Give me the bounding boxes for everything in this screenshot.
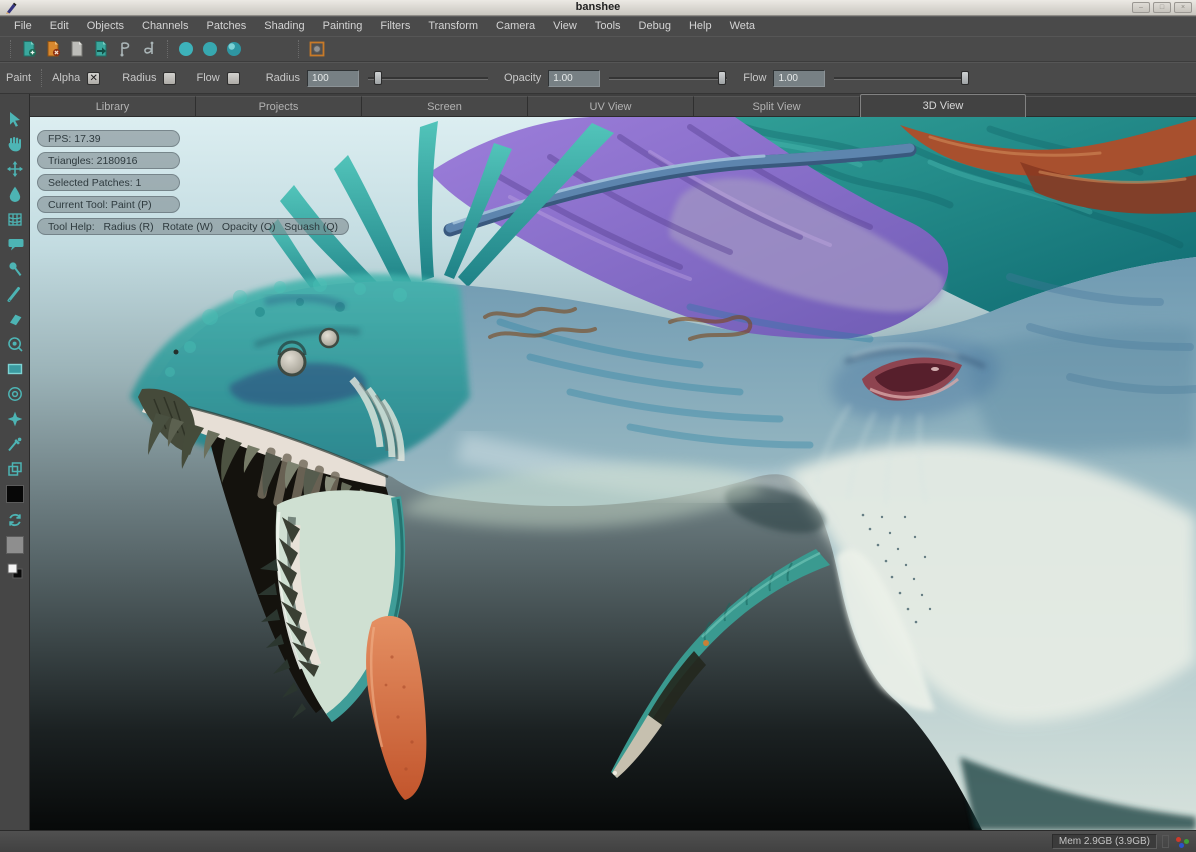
curve-tool-icon[interactable] [139, 39, 159, 59]
brush-small-icon[interactable] [176, 39, 196, 59]
tab-split-view[interactable]: Split View [694, 96, 860, 117]
toolbar-separator [167, 40, 168, 58]
brush-sphere-icon[interactable] [224, 39, 244, 59]
close-project-icon[interactable] [43, 39, 63, 59]
toolbar-separator [298, 40, 299, 58]
menu-debug[interactable]: Debug [630, 17, 680, 36]
new-project-icon[interactable] [19, 39, 39, 59]
flow-slider[interactable] [834, 71, 969, 85]
statusbar-grip[interactable] [1162, 835, 1169, 848]
menu-filters[interactable]: Filters [371, 17, 419, 36]
radius-slider[interactable] [368, 71, 488, 85]
brush-medium-icon[interactable] [200, 39, 220, 59]
current-tool-label: Paint [6, 72, 31, 84]
hud-selected-patches: Selected Patches: 1 [37, 174, 180, 191]
copy-patch-icon[interactable] [3, 456, 27, 481]
rgb-channels-icon[interactable] [1174, 835, 1192, 849]
toolbar-separator [10, 40, 11, 58]
opacity-label: Opacity [504, 72, 541, 84]
hud-fps: FPS: 17.39 [37, 130, 180, 147]
menu-bar: File Edit Objects Channels Patches Shadi… [0, 16, 1196, 36]
menu-tools[interactable]: Tools [586, 17, 630, 36]
maximize-button[interactable]: □ [1153, 2, 1171, 13]
marquee-rect-icon[interactable] [3, 356, 27, 381]
move-tool-icon[interactable] [3, 156, 27, 181]
hud-current-tool: Current Tool: Paint (P) [37, 196, 180, 213]
menu-weta[interactable]: Weta [721, 17, 764, 36]
tab-strip-filler [1026, 96, 1196, 117]
menu-shading[interactable]: Shading [255, 17, 313, 36]
tab-screen[interactable]: Screen [362, 96, 528, 117]
select-tool-icon[interactable] [3, 106, 27, 131]
paint-properties-bar: Paint Alpha ✕ Radius Flow Radius Opacity… [0, 62, 1196, 94]
eyedropper-icon[interactable] [3, 431, 27, 456]
swap-colors-icon[interactable] [3, 507, 27, 532]
opacity-slider[interactable] [609, 71, 727, 85]
flow-input[interactable] [773, 70, 825, 87]
window-title: banshee [0, 0, 1196, 15]
radius-label: Radius [266, 72, 300, 84]
tab-3d-view[interactable]: 3D View [860, 94, 1026, 117]
foreground-color-swatch[interactable] [3, 481, 27, 507]
smudge-bubble-icon[interactable] [3, 231, 27, 256]
tool-sidebar [0, 94, 30, 830]
menu-edit[interactable]: Edit [41, 17, 78, 36]
default-colors-icon[interactable] [3, 558, 27, 584]
menu-view[interactable]: View [544, 17, 586, 36]
app-window: banshee – □ × File Edit Objects Channels… [0, 0, 1196, 852]
flow-toggle-label: Flow [196, 72, 219, 84]
save-project-icon[interactable] [67, 39, 87, 59]
projection-icon[interactable] [307, 39, 327, 59]
radius-input[interactable] [307, 70, 359, 87]
tab-uv-view[interactable]: UV View [528, 96, 694, 117]
alpha-label: Alpha [52, 72, 80, 84]
minimize-button[interactable]: – [1132, 2, 1150, 13]
pan-hand-icon[interactable] [3, 131, 27, 156]
main-toolbar [0, 36, 1196, 62]
radius-checkbox[interactable] [163, 72, 176, 85]
import-icon[interactable] [91, 39, 111, 59]
hud-tool-help: Tool Help: Radius (R) Rotate (W) Opacity… [37, 218, 349, 235]
eraser-icon[interactable] [3, 306, 27, 331]
hud-overlay: FPS: 17.39 Triangles: 2180916 Selected P… [37, 130, 349, 235]
pencil-app-icon [3, 1, 17, 14]
menu-channels[interactable]: Channels [133, 17, 197, 36]
background-color-swatch[interactable] [3, 532, 27, 558]
pen-path-icon[interactable] [115, 39, 135, 59]
clone-stamp-icon[interactable] [3, 331, 27, 356]
warp-grid-icon[interactable] [3, 206, 27, 231]
paint-drop-icon[interactable] [3, 181, 27, 206]
paint-brush-icon[interactable] [3, 281, 27, 306]
radius-toggle-label: Radius [122, 72, 156, 84]
menu-objects[interactable]: Objects [78, 17, 133, 36]
status-bar: Mem 2.9GB (3.9GB) [0, 830, 1196, 852]
3d-viewport[interactable]: FPS: 17.39 Triangles: 2180916 Selected P… [30, 117, 1196, 830]
pin-icon[interactable] [3, 256, 27, 281]
alpha-checkbox[interactable]: ✕ [87, 72, 100, 85]
memory-indicator: Mem 2.9GB (3.9GB) [1052, 834, 1157, 849]
menu-camera[interactable]: Camera [487, 17, 544, 36]
close-button[interactable]: × [1174, 2, 1192, 13]
hud-triangles: Triangles: 2180916 [37, 152, 180, 169]
menu-patches[interactable]: Patches [197, 17, 255, 36]
opacity-input[interactable] [548, 70, 600, 87]
gradient-rings-icon[interactable] [3, 381, 27, 406]
flow-checkbox[interactable] [227, 72, 240, 85]
title-bar[interactable]: banshee – □ × [0, 0, 1196, 16]
menu-painting[interactable]: Painting [314, 17, 372, 36]
flow-label: Flow [743, 72, 766, 84]
view-tab-strip: Library Projects Screen UV View Split Vi… [30, 94, 1196, 117]
tab-projects[interactable]: Projects [196, 96, 362, 117]
toolbar-separator [41, 69, 42, 87]
tab-library[interactable]: Library [30, 96, 196, 117]
magic-wand-icon[interactable] [3, 406, 27, 431]
menu-help[interactable]: Help [680, 17, 721, 36]
menu-file[interactable]: File [5, 17, 41, 36]
menu-transform[interactable]: Transform [419, 17, 487, 36]
